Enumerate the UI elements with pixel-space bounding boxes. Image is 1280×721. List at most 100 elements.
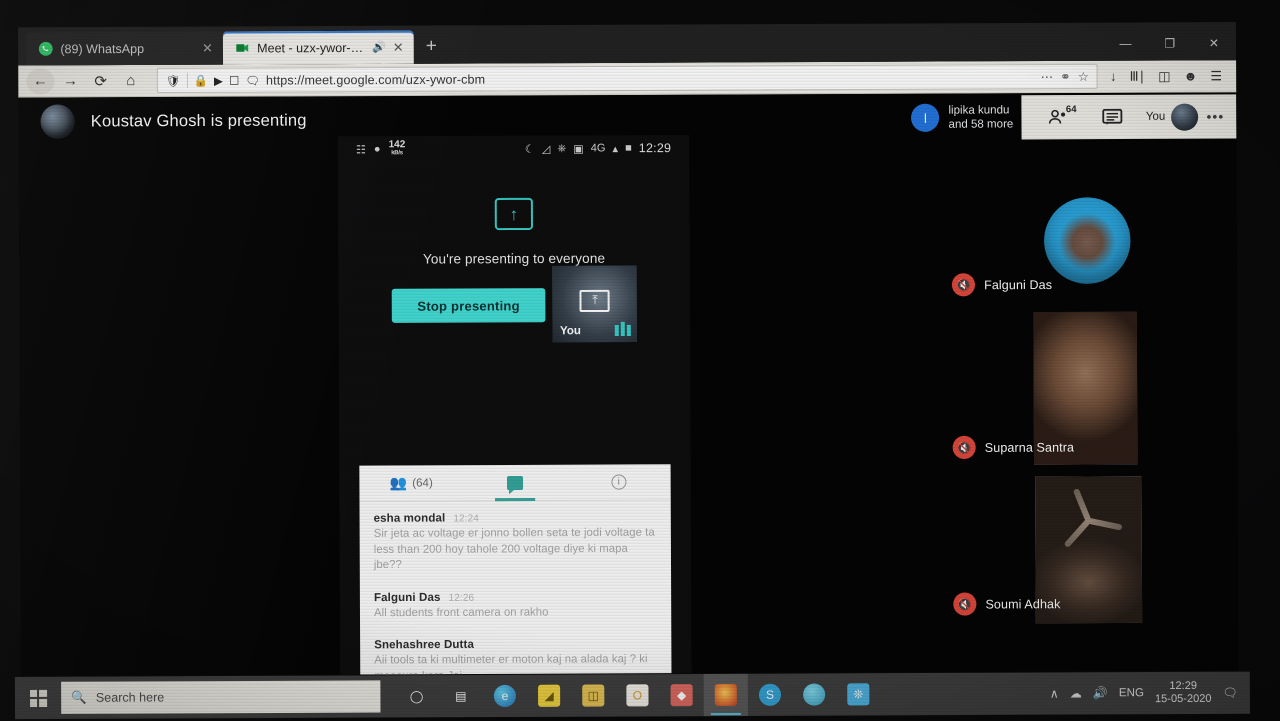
downloads-icon[interactable]: ↓ (1110, 69, 1117, 84)
tab-info[interactable]: i (567, 464, 671, 501)
tab-people[interactable]: 👥 (64) (359, 465, 463, 502)
taskbar-item-file-explorer[interactable]: ◫ (571, 674, 615, 716)
windows-taskbar: 🔍 Search here ◯ ▤ e ◢ ◫ O ◆ S ❊ ∧ ☁ 🔊 EN… (14, 671, 1250, 720)
taskbar-item-skype[interactable]: S (748, 674, 792, 716)
presenter-avatar (40, 104, 75, 139)
onedrive-icon[interactable]: ☁ (1070, 686, 1082, 700)
url-text: https://meet.google.com/uzx-ywor-cbm (265, 72, 486, 88)
caption-avatar: l (911, 103, 940, 132)
close-button[interactable]: ✕ (1192, 28, 1236, 58)
page-actions-icon[interactable]: ⋯ (1041, 69, 1054, 84)
message-author: Snehashree Dutta (374, 638, 474, 652)
clock-time: 12:29 (1169, 679, 1198, 693)
participant-tile[interactable]: 🔇 Soumi Adhak (938, 471, 1239, 626)
minimize-button[interactable]: — (1103, 28, 1147, 58)
chat-message-list: esha mondal 12:24 Sir jeta ac voltage er … (359, 500, 671, 676)
vibrate-icon: ▣ (573, 142, 584, 155)
tab-mute-icon[interactable]: 🔊 (372, 41, 386, 54)
you-account-chip[interactable]: You ••• (1140, 103, 1231, 131)
search-placeholder: Search here (95, 690, 165, 705)
start-button[interactable] (15, 677, 61, 719)
caption-speaker-chip: l lipika kundu and 58 more (911, 103, 1013, 132)
taskbar-item-outlook[interactable]: O (615, 674, 659, 716)
message-text: Aii tools ta ki multimeter er moton kaj … (374, 653, 648, 676)
participant-tile[interactable]: 🔇 Suparna Santra (937, 309, 1238, 470)
photograph-of-monitor: (89) WhatsApp ✕ Meet - uzx-ywor-cbm 🔊 ✕ … (0, 0, 1280, 721)
caption-names: lipika kundu and 58 more (948, 103, 1013, 131)
participant-name: Suparna Santra (984, 439, 1075, 455)
back-button[interactable]: ← (26, 67, 55, 95)
forward-button[interactable]: → (56, 68, 84, 94)
taskbar-item-blue-circle-app[interactable] (792, 673, 836, 715)
taskbar-item-sticky-notes[interactable]: ◢ (527, 675, 571, 717)
shield-icon[interactable]: 🛡 (166, 73, 181, 87)
tab-close-icon[interactable]: ✕ (202, 40, 213, 56)
window-controls: — ❐ ✕ (1103, 28, 1236, 59)
tab-chat[interactable] (463, 464, 567, 501)
google-meet-icon (236, 44, 249, 52)
browser-tab-whatsapp[interactable]: (89) WhatsApp ✕ (26, 31, 224, 66)
sidebar-icon[interactable]: ◫ (1158, 68, 1170, 84)
edge-icon: e (493, 684, 517, 708)
more-options-icon[interactable]: ••• (1204, 108, 1230, 124)
taskbar-item-firefox[interactable] (703, 673, 748, 717)
volume-icon[interactable]: 🔊 (1093, 686, 1108, 700)
message-time: 12:24 (453, 513, 480, 525)
message-author: esha mondal 12:24 (373, 512, 480, 525)
library-icon[interactable]: Ⅲ∣ (1130, 68, 1146, 84)
taskbar-item-red-app[interactable]: ◆ (659, 674, 703, 716)
blue-grid-icon: ❊ (847, 683, 870, 706)
tray-expand-icon[interactable]: ∧ (1050, 686, 1059, 700)
taskbar-clock[interactable]: 12:29 15-05-2020 (1155, 680, 1212, 706)
lock-icon[interactable]: 🔒 (194, 73, 208, 87)
network-type: 4G (590, 142, 606, 155)
language-indicator[interactable]: ENG (1119, 687, 1144, 699)
taskbar-item-blue-grid-app[interactable]: ❊ (836, 673, 880, 715)
caption-line-2: and 58 more (948, 118, 1014, 131)
blue-circle-icon (803, 683, 826, 706)
info-icon: i (611, 474, 627, 490)
message-time: 12:26 (448, 592, 475, 604)
search-icon: 🔍 (71, 690, 87, 705)
chat-icon (506, 475, 524, 490)
taskbar-item-microsoft-edge[interactable]: e (483, 675, 527, 717)
meet-header-toolbar: 64 You ••• (1021, 94, 1237, 140)
meet-chat-panel: 👥 (64) i esha mondal 12:24 Sir jeta ac v… (359, 464, 672, 676)
tab-close-icon[interactable]: ✕ (393, 39, 404, 55)
firefox-window: (89) WhatsApp ✕ Meet - uzx-ywor-cbm 🔊 ✕ … (18, 22, 1237, 98)
self-view-tile[interactable]: ⤒ You (552, 265, 638, 343)
participant-rail: 🔇 Falguni Das 🔇 Suparna Santra 🔇 Soumi A… (937, 154, 1239, 630)
maximize-button[interactable]: ❐ (1148, 28, 1192, 58)
screen: (89) WhatsApp ✕ Meet - uzx-ywor-cbm 🔊 ✕ … (0, 0, 1280, 721)
avatar (1043, 197, 1131, 284)
home-button[interactable]: ⌂ (117, 67, 145, 93)
message-text: All students front camera on rakho (374, 605, 549, 619)
taskbar-app-icons: ◯ ▤ e ◢ ◫ O ◆ S ❊ (394, 673, 880, 717)
chat-button[interactable] (1086, 95, 1140, 139)
red-diamond-icon: ◆ (670, 684, 693, 707)
taskbar-search-input[interactable]: 🔍 Search here (61, 680, 381, 714)
participants-button[interactable]: 64 (1031, 95, 1085, 139)
reload-button[interactable]: ⟳ (87, 68, 115, 94)
camera-blocked-icon[interactable]: ▶ (214, 73, 223, 87)
pocket-icon[interactable]: ⚭ (1060, 69, 1071, 84)
status-right-icons: ☾ ◿ ⎈ ▣ 4G ▴ ■ 12:29 (525, 141, 671, 156)
new-tab-button[interactable]: + (426, 36, 437, 58)
cortana-icon: ◯ (409, 689, 424, 704)
taskbar-item-cortana[interactable]: ◯ (394, 675, 438, 717)
meet-notification-icon: ● (373, 143, 381, 156)
firefox-icon (714, 683, 737, 707)
menu-icon[interactable]: ☰ (1210, 68, 1222, 84)
browser-tab-meet[interactable]: Meet - uzx-ywor-cbm 🔊 ✕ (222, 30, 414, 65)
screen-share-blocked-icon[interactable]: ☐ (229, 73, 239, 87)
stop-presenting-button[interactable]: Stop presenting (391, 288, 546, 323)
participant-tile[interactable]: 🔇 Falguni Das (937, 154, 1238, 307)
account-icon[interactable]: ☻ (1184, 68, 1198, 83)
bookmark-star-icon[interactable]: ☆ (1078, 69, 1089, 84)
taskbar-item-task-view[interactable]: ▤ (439, 675, 483, 717)
notification-icon[interactable]: 🗨 (245, 73, 260, 87)
address-bar[interactable]: 🛡 🔒 ▶ ☐ 🗨 https://meet.google.com/uzx-yw… (156, 63, 1099, 94)
action-center-icon[interactable]: 🗨 (1223, 686, 1238, 700)
system-tray: ∧ ☁ 🔊 ENG 12:29 15-05-2020 🗨 (1050, 680, 1250, 707)
ceiling-fan (1051, 487, 1125, 549)
